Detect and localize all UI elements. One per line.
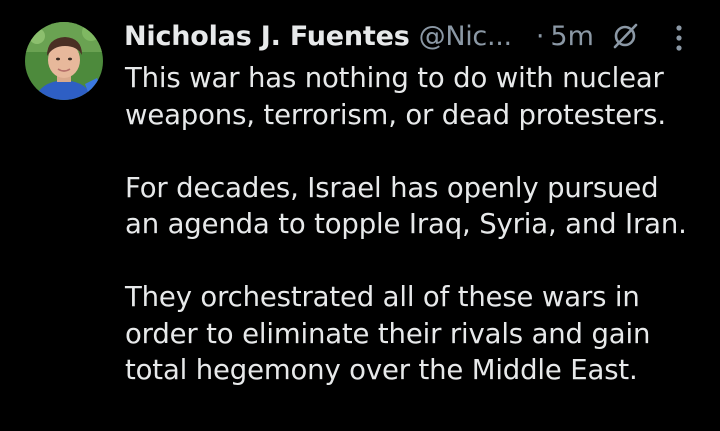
tweet-header: Nicholas J. Fuentes @Nic... · 5m [124, 14, 640, 58]
tweet-text-line: This war has nothing to do with nuclear [125, 62, 664, 94]
slashed-circle-icon[interactable] [610, 21, 640, 51]
author-handle[interactable]: @Nic... [419, 21, 513, 52]
tweet-text-line: weapons, terrorism, or dead protesters. [125, 98, 666, 131]
tweet-text-line: an agenda to topple Iraq, Syria, and Ira… [125, 208, 687, 240]
timestamp[interactable]: 5m [550, 21, 593, 52]
avatar-photo [25, 22, 103, 100]
author-name[interactable]: Nicholas J. Fuentes [124, 21, 410, 52]
vertical-ellipsis-icon[interactable] [669, 22, 689, 54]
separator-dot: · [535, 20, 545, 52]
author-avatar[interactable] [25, 22, 103, 100]
tweet-text-line: total hegemony over the Middle East. [125, 354, 638, 386]
tweet[interactable]: Nicholas J. Fuentes @Nic... · 5m This wa… [0, 0, 720, 431]
tweet-text-line: For decades, Israel has openly pursued [125, 171, 659, 204]
tweet-text: This war has nothing to do with nuclear … [125, 60, 710, 389]
tweet-text-line: order to eliminate their rivals and gain [125, 317, 651, 350]
tweet-text-line: They orchestrated all of these wars in [125, 281, 640, 313]
